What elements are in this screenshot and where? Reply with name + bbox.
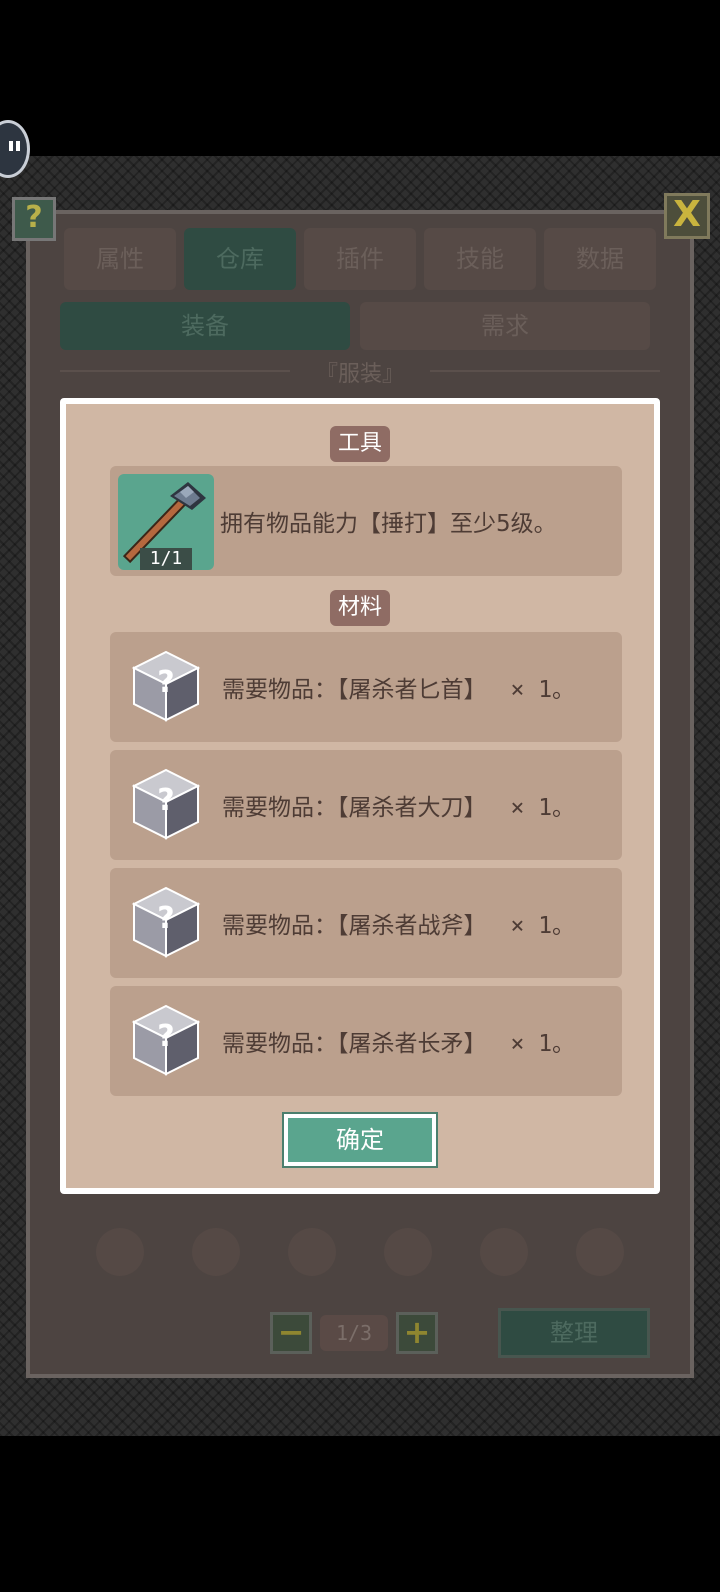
material-quantity: × 1。 bbox=[510, 795, 576, 821]
material-name: 需要物品：【屠杀者匕首】 bbox=[222, 677, 487, 703]
pager: − 1/3 + bbox=[270, 1312, 438, 1354]
unknown-item-cube-icon: ? bbox=[131, 1004, 201, 1076]
empty-slot[interactable] bbox=[288, 1228, 336, 1276]
unknown-item-cube-icon: ? bbox=[131, 768, 201, 840]
tab-data[interactable]: 数据 bbox=[544, 228, 656, 290]
material-text: 需要物品：【屠杀者匕首】 × 1。 bbox=[222, 632, 575, 742]
help-button[interactable]: ? bbox=[12, 197, 56, 241]
svg-text:?: ? bbox=[157, 1019, 174, 1054]
material-text: 需要物品：【屠杀者长矛】 × 1。 bbox=[222, 986, 575, 1096]
sort-button[interactable]: 整理 bbox=[498, 1308, 650, 1358]
empty-slot[interactable] bbox=[192, 1228, 240, 1276]
svg-text:?: ? bbox=[157, 665, 174, 700]
tool-card: 1/1 拥有物品能力【捶打】至少5级。 bbox=[110, 466, 622, 576]
tab-skills[interactable]: 技能 bbox=[424, 228, 536, 290]
page-next-button[interactable]: + bbox=[396, 1312, 438, 1354]
material-card: ? 需要物品：【屠杀者匕首】 × 1。 bbox=[110, 632, 622, 742]
material-card: ? 需要物品：【屠杀者大刀】 × 1。 bbox=[110, 750, 622, 860]
section-label: 『服装』 bbox=[60, 356, 660, 388]
subtab-equipment[interactable]: 装备 bbox=[60, 302, 350, 350]
subtab-requirements[interactable]: 需求 bbox=[360, 302, 650, 350]
materials-header: 材料 bbox=[329, 590, 391, 626]
hammer-icon: 1/1 bbox=[118, 474, 214, 570]
tab-plugins[interactable]: 插件 bbox=[304, 228, 416, 290]
empty-slot[interactable] bbox=[480, 1228, 528, 1276]
unknown-item-cube-icon: ? bbox=[131, 886, 201, 958]
material-name: 需要物品：【屠杀者战斧】 bbox=[222, 913, 487, 939]
tab-warehouse[interactable]: 仓库 bbox=[184, 228, 296, 290]
material-card: ? 需要物品：【屠杀者长矛】 × 1。 bbox=[110, 986, 622, 1096]
close-button[interactable]: X bbox=[664, 193, 710, 239]
crafting-requirements-dialog: 工具 1/1 拥有物品能力【捶打】至少5级。 材料 ? 需要物品：【屠杀者匕首】… bbox=[60, 398, 660, 1194]
material-text: 需要物品：【屠杀者大刀】 × 1。 bbox=[222, 750, 575, 860]
tool-header: 工具 bbox=[329, 426, 391, 462]
material-quantity: × 1。 bbox=[510, 1031, 576, 1057]
material-name: 需要物品：【屠杀者大刀】 bbox=[222, 795, 487, 821]
main-tabs: 属性 仓库 插件 技能 数据 bbox=[64, 228, 656, 290]
material-quantity: × 1。 bbox=[510, 913, 576, 939]
tool-description: 拥有物品能力【捶打】至少5级。 bbox=[220, 511, 557, 537]
empty-slot-row bbox=[96, 1228, 624, 1276]
page-prev-button[interactable]: − bbox=[270, 1312, 312, 1354]
material-text: 需要物品：【屠杀者战斧】 × 1。 bbox=[222, 868, 575, 978]
confirm-button[interactable]: 确定 bbox=[282, 1112, 438, 1168]
tool-count: 1/1 bbox=[140, 548, 192, 570]
empty-slot[interactable] bbox=[96, 1228, 144, 1276]
unknown-item-cube-icon: ? bbox=[131, 650, 201, 722]
page-indicator: 1/3 bbox=[320, 1315, 388, 1351]
material-card: ? 需要物品：【屠杀者战斧】 × 1。 bbox=[110, 868, 622, 978]
sub-tabs: 装备 需求 bbox=[60, 302, 650, 350]
empty-slot[interactable] bbox=[384, 1228, 432, 1276]
material-quantity: × 1。 bbox=[510, 677, 576, 703]
tab-attributes[interactable]: 属性 bbox=[64, 228, 176, 290]
svg-text:?: ? bbox=[157, 901, 174, 936]
empty-slot[interactable] bbox=[576, 1228, 624, 1276]
section-label-text: 『服装』 bbox=[315, 362, 404, 387]
material-name: 需要物品：【屠杀者长矛】 bbox=[222, 1031, 487, 1057]
svg-text:?: ? bbox=[157, 783, 174, 818]
